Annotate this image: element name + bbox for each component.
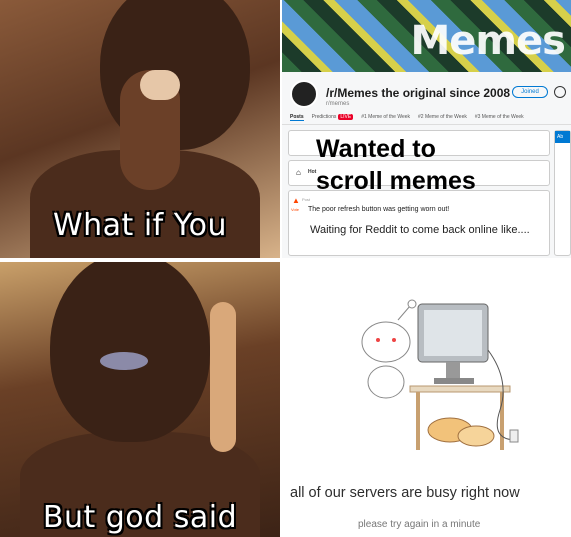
snoo-head: [361, 321, 411, 363]
sidebar-header: Ab: [555, 131, 570, 143]
subreddit-title: /r/Memes the original since 2008: [326, 86, 511, 100]
finger-tip: [140, 70, 180, 100]
monitor-stand: [446, 362, 460, 378]
cat: [457, 425, 495, 447]
subreddit-handle: r/memes: [326, 101, 350, 107]
vertical-divider: [280, 0, 282, 537]
upvote-icon[interactable]: ▲: [292, 196, 300, 205]
servers-busy-message: all of our servers are busy right now: [290, 485, 520, 501]
subreddit-tabs: Posts Predictions LIVE #1 Meme of the Wee…: [290, 114, 524, 121]
bell-icon[interactable]: [554, 86, 566, 98]
snoo-antenna: [397, 305, 411, 321]
meme-caption-top: What if You: [52, 208, 227, 243]
desk-top: [409, 385, 511, 393]
post-title[interactable]: The poor refresh button was getting worn…: [308, 206, 449, 213]
banner-title: Memes: [410, 18, 566, 64]
lips: [100, 352, 148, 370]
snoo-eye: [376, 338, 380, 342]
meme-panel-but-god-said: But god said: [0, 262, 280, 537]
server-busy-panel: all of our servers are busy right now pl…: [282, 262, 571, 537]
vote-label: Vote: [291, 207, 300, 212]
overlay-line-2: scroll memes: [316, 167, 476, 195]
meme-overlay-text: Wanted to scroll memes: [316, 133, 476, 197]
divider: [282, 124, 571, 125]
tab-predictions-label: Predictions: [311, 114, 337, 120]
raised-finger: [210, 302, 236, 452]
desk-leg: [416, 392, 420, 450]
live-badge: LIVE: [338, 114, 354, 120]
tab-meme-week-3[interactable]: #3 Meme of the Week: [475, 114, 524, 121]
snoo-eye: [392, 338, 396, 342]
subreddit-avatar: [290, 80, 318, 108]
sidebar-about-card: Ab: [554, 130, 571, 256]
tab-predictions[interactable]: Predictions LIVE: [312, 114, 354, 121]
tab-meme-week-1[interactable]: #1 Meme of the Week: [361, 114, 410, 121]
servers-busy-illustration: [361, 299, 519, 450]
keyboard: [434, 378, 474, 384]
power-outlet: [509, 429, 519, 443]
post-card[interactable]: [288, 190, 550, 256]
tab-meme-week-2[interactable]: #2 Meme of the Week: [418, 114, 467, 121]
home-icon[interactable]: ⌂: [296, 168, 301, 177]
overlay-line-1: Wanted to: [316, 135, 436, 163]
meme-panel-what-if: What if You: [0, 0, 280, 258]
snoo-antenna-tip: [407, 299, 417, 309]
try-again-message: please try again in a minute: [358, 519, 481, 530]
reddit-screenshot-panel: Memes /r/Memes the original since 2008 r…: [282, 0, 571, 258]
tab-posts[interactable]: Posts: [290, 114, 304, 121]
post-meta: Post: [302, 197, 311, 202]
horizontal-divider: [0, 258, 571, 262]
monitor-screen: [424, 310, 482, 356]
joined-button[interactable]: Joined: [512, 86, 548, 98]
snoo-body: [367, 365, 405, 399]
meme-caption-bottom: But god said: [42, 500, 238, 535]
waiting-text: Waiting for Reddit to come back online l…: [310, 224, 530, 236]
